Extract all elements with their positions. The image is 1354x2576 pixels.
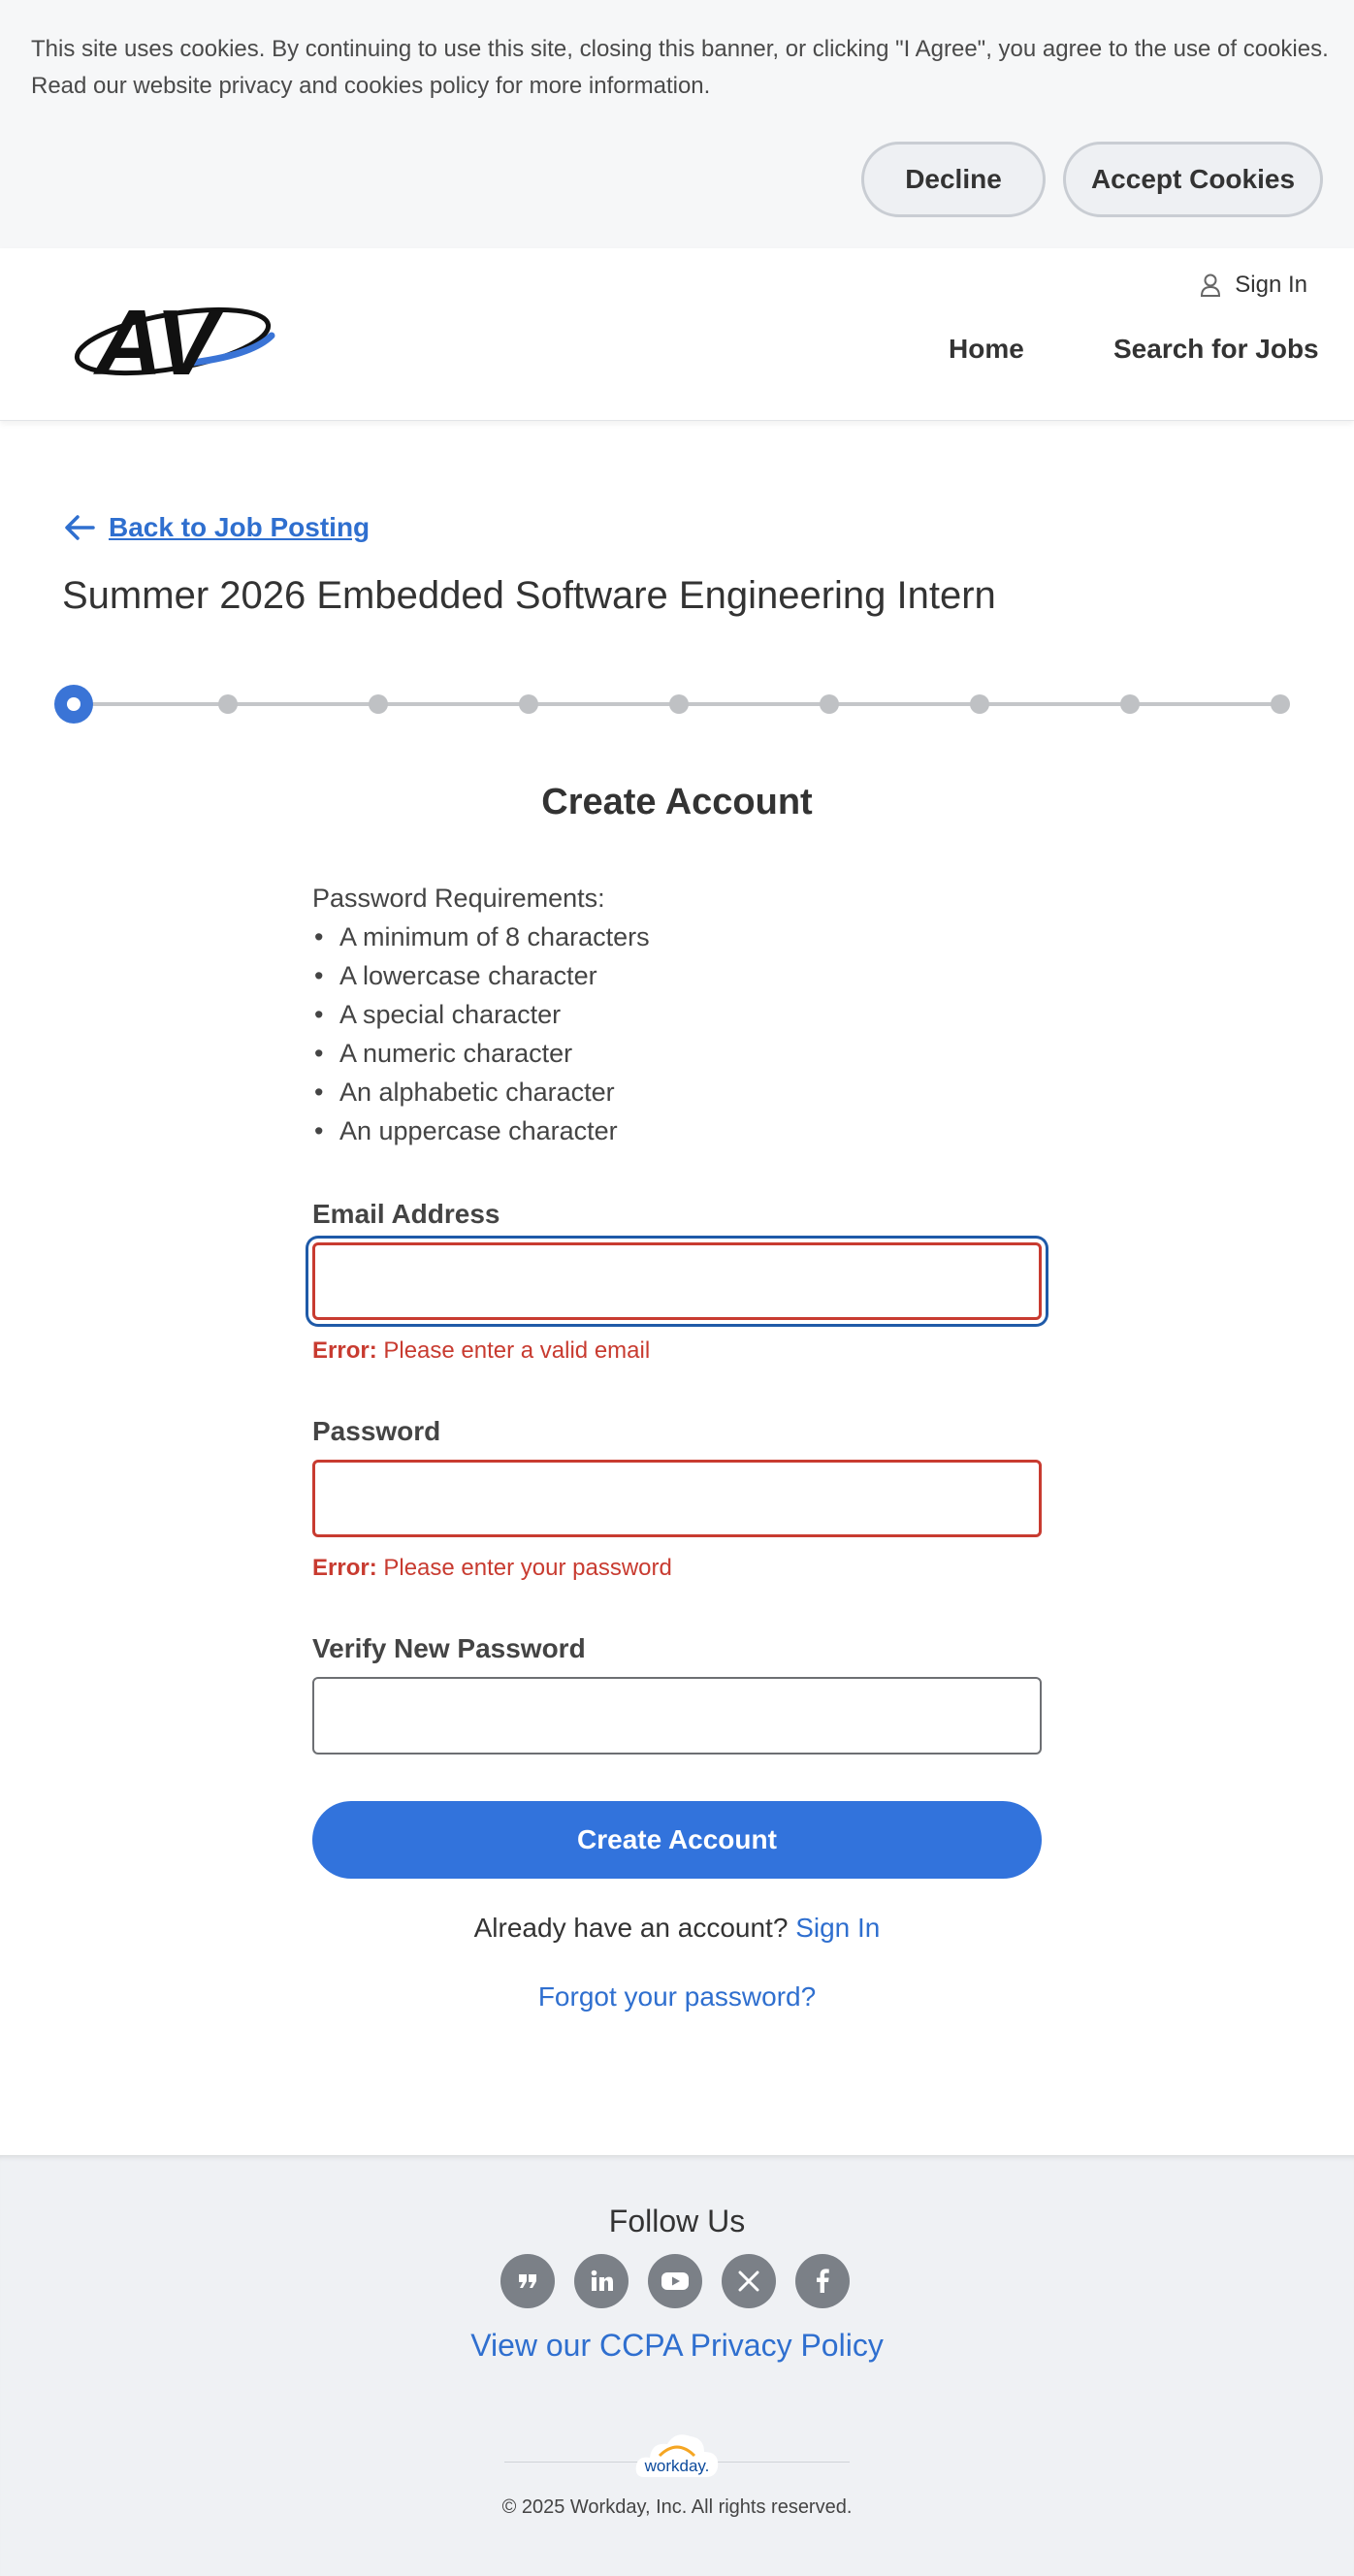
already-have-account: Already have an account? Sign In: [0, 1913, 1354, 1944]
password-label: Password: [312, 1416, 441, 1446]
stepper-step-9: [1271, 694, 1290, 714]
email-error: Error: Please enter a valid email: [312, 1337, 650, 1365]
social-links: [500, 2254, 850, 2308]
linkedin-icon[interactable]: [574, 2254, 629, 2308]
email-error-text: Please enter a valid email: [383, 1337, 651, 1364]
job-title: Summer 2026 Embedded Software Engineerin…: [62, 574, 996, 617]
stepper-step-4: [519, 694, 538, 714]
email-error-prefix: Error:: [312, 1337, 377, 1364]
stepper-step-6: [820, 694, 839, 714]
password-error-prefix: Error:: [312, 1555, 377, 1581]
back-to-job-posting-link[interactable]: Back to Job Posting: [64, 512, 370, 543]
form-title: Create Account: [541, 782, 813, 822]
site-footer: Follow Us View our CCPA Privacy Policy w…: [0, 2155, 1354, 2576]
accept-cookies-button[interactable]: Accept Cookies: [1063, 142, 1323, 217]
header-sign-in[interactable]: Sign In: [1200, 272, 1307, 299]
password-field[interactable]: [312, 1460, 1042, 1537]
workday-logo: workday.: [635, 2434, 719, 2477]
user-icon: [1201, 274, 1221, 297]
password-error-text: Please enter your password: [383, 1555, 672, 1581]
cookie-text-line1: This site uses cookies. By continuing to…: [31, 36, 1329, 62]
already-have-account-text: Already have an account?: [473, 1913, 789, 1943]
x-icon[interactable]: [722, 2254, 776, 2308]
forgot-password-link[interactable]: Forgot your password?: [538, 1981, 816, 2012]
stepper-step-8: [1120, 694, 1140, 714]
requirement-item: A lowercase character: [312, 956, 1049, 995]
requirements-heading: Password Requirements:: [312, 884, 605, 913]
stepper-step-3: [369, 694, 388, 714]
email-field[interactable]: [312, 1242, 1042, 1320]
requirement-item: A numeric character: [312, 1034, 1049, 1073]
requirement-item: An alphabetic character: [312, 1073, 1049, 1111]
nav-search-for-jobs[interactable]: Search for Jobs: [1113, 334, 1319, 365]
sign-in-link[interactable]: Sign In: [795, 1913, 880, 1943]
requirement-item: An uppercase character: [312, 1111, 1049, 1150]
requirement-item: A minimum of 8 characters: [312, 918, 1049, 956]
header-sign-in-label: Sign In: [1235, 272, 1307, 298]
verify-password-label: Verify New Password: [312, 1633, 586, 1663]
ccpa-privacy-policy-link[interactable]: View our CCPA Privacy Policy: [470, 2328, 884, 2363]
facebook-icon[interactable]: [795, 2254, 850, 2308]
verify-password-field[interactable]: [312, 1677, 1042, 1755]
ccpa-row: View our CCPA Privacy Policy: [0, 2328, 1354, 2364]
back-to-job-posting-label: Back to Job Posting: [109, 512, 371, 542]
cookie-text-line2: Read our website privacy and cookies pol…: [31, 73, 711, 99]
copyright: © 2025 Workday, Inc. All rights reserved…: [501, 2496, 853, 2518]
workday-logo-text: workday.: [644, 2457, 710, 2475]
stepper-step-1-current: [54, 685, 93, 724]
stepper-step-5: [669, 694, 689, 714]
follow-us-heading: Follow Us: [608, 2204, 746, 2238]
logo-text: AV: [93, 291, 224, 386]
password-requirements: Password Requirements: A minimum of 8 ch…: [312, 879, 1049, 1150]
arrow-left-icon: [65, 515, 95, 540]
stepper-step-7: [970, 694, 989, 714]
youtube-icon[interactable]: [648, 2254, 702, 2308]
email-label: Email Address: [312, 1199, 500, 1229]
requirement-item: A special character: [312, 995, 1049, 1034]
password-error: Error: Please enter your password: [312, 1555, 672, 1582]
requirements-list: A minimum of 8 characters A lowercase ch…: [312, 918, 1049, 1150]
create-account-button[interactable]: Create Account: [312, 1801, 1042, 1879]
forgot-password-row: Forgot your password?: [0, 1981, 1354, 2012]
decline-cookies-button[interactable]: Decline: [861, 142, 1046, 217]
stepper-step-2: [218, 694, 238, 714]
quote-icon[interactable]: [500, 2254, 555, 2308]
cookie-text: This site uses cookies. By continuing to…: [31, 31, 1331, 105]
progress-stepper: [54, 683, 1296, 725]
cookie-banner: This site uses cookies. By continuing to…: [0, 0, 1354, 248]
company-logo[interactable]: AV: [68, 291, 275, 386]
site-header: AV Sign In Home Search for Jobs: [0, 248, 1354, 421]
nav-home[interactable]: Home: [949, 334, 1024, 365]
